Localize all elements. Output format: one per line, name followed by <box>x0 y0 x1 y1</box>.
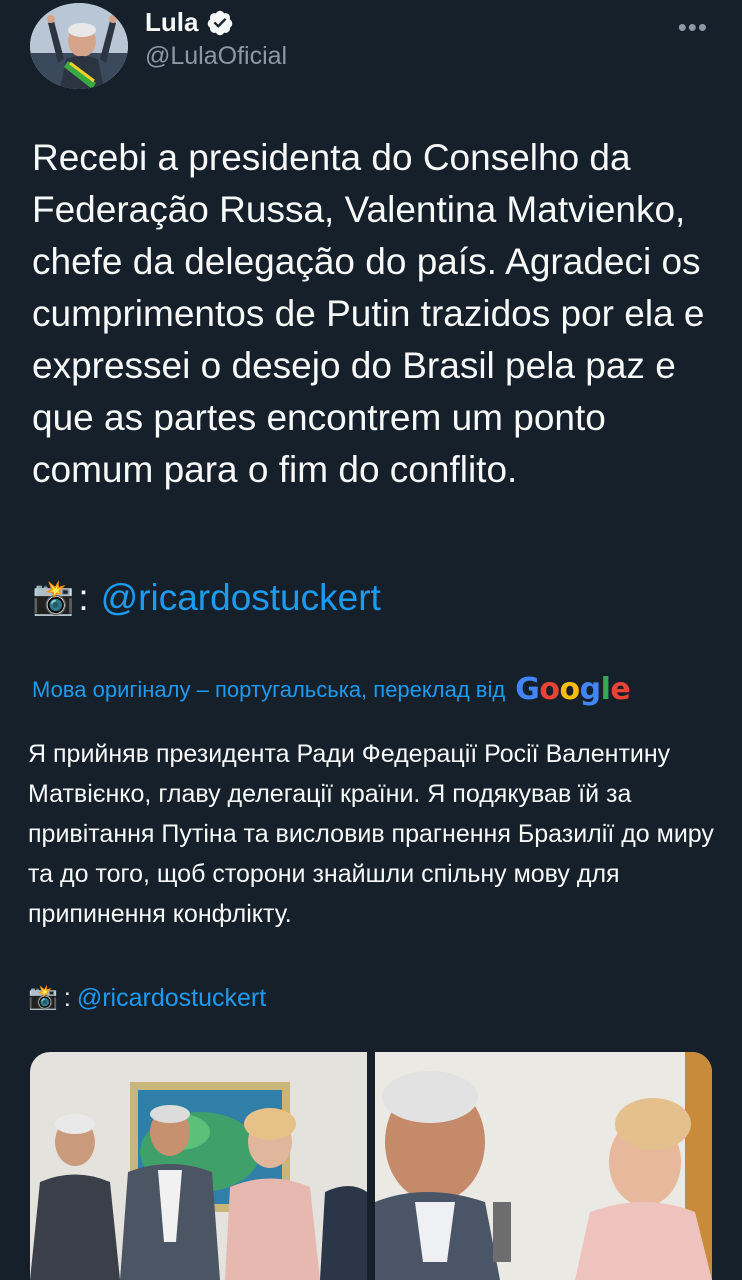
verified-badge-icon <box>206 9 234 37</box>
translation-note-text: Мова оригіналу – португальська, переклад… <box>32 676 506 702</box>
avatar-image <box>30 3 128 89</box>
photo-2[interactable] <box>375 1052 712 1280</box>
photo-1[interactable] <box>30 1052 367 1280</box>
photo-2-image <box>375 1052 712 1280</box>
tweet-header: Lula @LulaOficial ••• <box>0 0 742 100</box>
credit-mention-link[interactable]: @ricardostuckert <box>77 980 266 1016</box>
credit-separator: : <box>63 984 71 1012</box>
photo-1-image <box>30 1052 367 1280</box>
google-logo: Google <box>515 672 631 707</box>
photo-grid <box>30 1052 712 1280</box>
more-options-icon[interactable]: ••• <box>678 12 708 43</box>
author-handle[interactable]: @LulaOficial <box>145 42 287 71</box>
photo-credit: 📸 : @ricardostuckert <box>32 572 381 624</box>
credit-separator: : <box>78 577 89 618</box>
avatar[interactable] <box>30 3 128 89</box>
translated-photo-credit: 📸 : @ricardostuckert <box>28 980 266 1016</box>
translation-note[interactable]: Мова оригіналу – португальська, переклад… <box>32 672 631 707</box>
tweet-text: Recebi a presidenta do Conselho da Feder… <box>32 137 705 490</box>
translated-text: Я прийняв президента Ради Федерації Росі… <box>28 740 714 928</box>
author-name-row: Lula <box>145 7 234 38</box>
credit-mention-link[interactable]: @ricardostuckert <box>101 572 381 624</box>
author-name[interactable]: Lula <box>145 7 198 38</box>
camera-flash-icon: 📸 <box>32 579 75 617</box>
camera-flash-icon: 📸 <box>28 984 58 1011</box>
